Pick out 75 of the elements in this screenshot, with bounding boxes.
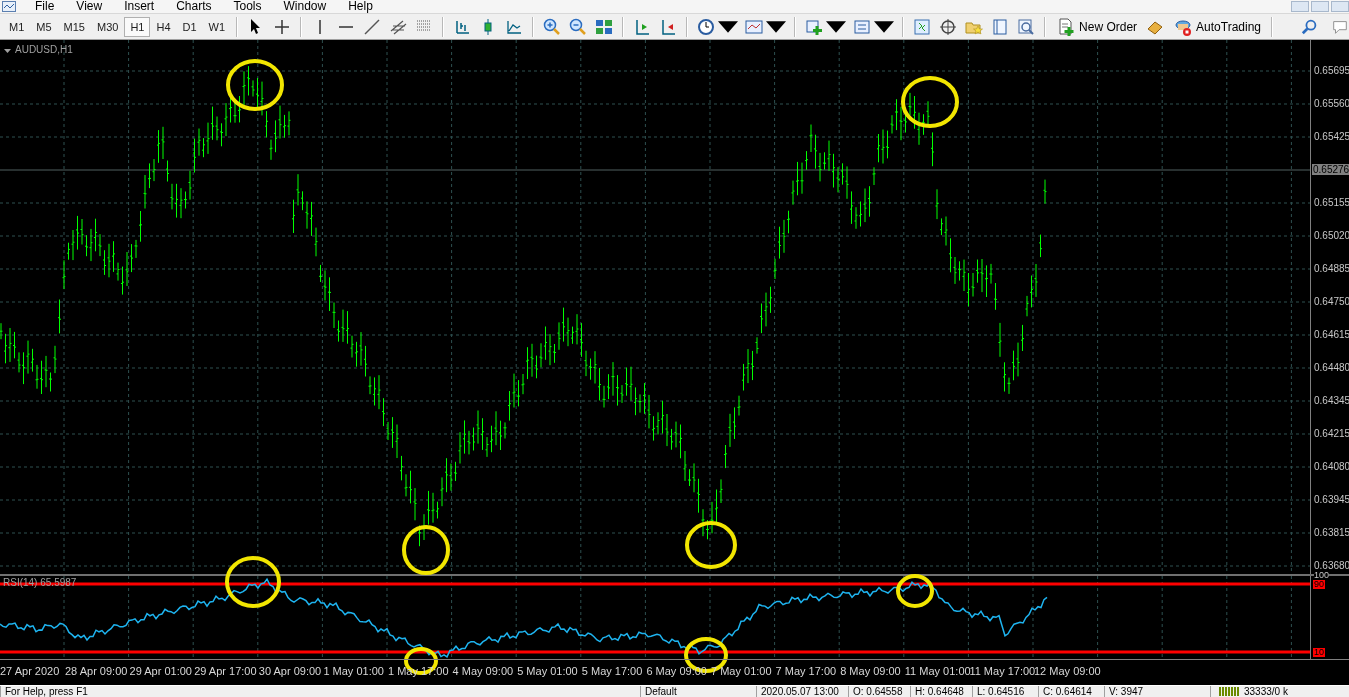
timeframe-button[interactable]: W1 — [202, 16, 232, 37]
timeframe-button[interactable]: H1 — [124, 16, 151, 37]
highlight-circle — [225, 556, 281, 608]
price-axis-label: 0.65425 — [1314, 131, 1349, 142]
status-text: Default — [645, 686, 677, 697]
price-axis-label: 0.63945 — [1314, 494, 1349, 505]
time-axis-label: 29 Apr 01:00 — [129, 665, 192, 678]
price-axis-label: 0.64480 — [1314, 362, 1349, 373]
status-text: H: 0.64648 — [915, 686, 964, 697]
price-axis-label: 0.65560 — [1314, 98, 1349, 109]
time-axis-label: 30 Apr 09:00 — [258, 665, 322, 678]
current-price-label: 0.65276 — [1312, 164, 1349, 175]
time-axis-label: 4 May 09:00 — [452, 665, 514, 678]
price-axis-label: 0.65155 — [1314, 197, 1349, 208]
status-text: C: 0.64614 — [1043, 686, 1092, 697]
timeframe-button[interactable]: M30 — [90, 16, 125, 37]
time-axis-label: 8 May 09:00 — [840, 665, 901, 678]
menu-item[interactable]: Charts — [165, 0, 223, 13]
level-label: 10 — [1313, 648, 1325, 658]
highlight-circle — [896, 574, 934, 608]
timeframe-button[interactable]: M15 — [57, 16, 91, 37]
price-axis-label: 0.65695 — [1314, 65, 1349, 76]
help-hint: For Help, press F1 — [5, 686, 88, 697]
menu-item[interactable]: Tools — [222, 0, 273, 13]
menu-item[interactable]: Insert — [113, 0, 166, 13]
menu-item[interactable]: File — [24, 0, 66, 13]
time-axis-label: 11 May 01:00 — [904, 665, 971, 678]
status-text: 33333/0 k — [1244, 686, 1288, 697]
status-text: V: 3947 — [1109, 686, 1144, 697]
price-axis-label: 0.63680 — [1314, 560, 1349, 571]
timeframe-button[interactable]: M1 — [3, 16, 31, 37]
time-axis-label: 5 May 01:00 — [517, 665, 578, 678]
price-axis-label: 0.64080 — [1314, 461, 1349, 472]
search-icon[interactable] — [1301, 17, 1319, 36]
time-axis-label: 7 May 17:00 — [775, 665, 837, 678]
price-axis-label: 0.64615 — [1314, 329, 1349, 340]
indicator-label: RSI(14) 65.5987 — [3, 577, 77, 589]
time-axis-label: 5 May 17:00 — [581, 665, 643, 678]
time-axis-label: 29 Apr 17:00 — [194, 665, 257, 678]
clock-icon[interactable] — [696, 16, 717, 37]
timeframe-button[interactable]: D1 — [176, 16, 203, 37]
time-axis-label: 12 May 09:00 — [1034, 665, 1101, 678]
new-order-icon — [1056, 16, 1077, 37]
menu-item[interactable]: Help — [337, 0, 384, 13]
status-text: L: 0.64516 — [977, 686, 1025, 697]
time-axis-label: 1 May 01:00 — [323, 665, 384, 678]
autotrading-button[interactable]: AutoTrading — [1168, 15, 1266, 38]
price-axis-label: 0.64750 — [1314, 296, 1349, 307]
status-text: O: 0.64558 — [853, 686, 903, 697]
price-axis-label: 0.63815 — [1314, 527, 1349, 538]
menu-item[interactable]: Window — [272, 0, 338, 13]
time-axis-label: 6 May 09:00 — [646, 665, 707, 678]
time-axis-label: 28 Apr 09:00 — [65, 665, 128, 678]
chart-symbol-label: AUDUSD,H1 — [15, 44, 73, 56]
connection-bars-icon — [1219, 687, 1241, 696]
highlight-circle — [685, 521, 737, 569]
price-axis-label: 0.64345 — [1314, 395, 1349, 406]
timeframe-button[interactable]: H4 — [150, 16, 177, 37]
time-axis-label: 27 Apr 2020 — [0, 665, 60, 678]
menu-item[interactable]: View — [65, 0, 114, 13]
indicator-axis-label: 100 — [1314, 571, 1330, 581]
time-axis-label: 11 May 17:00 — [969, 665, 1036, 678]
timeframe-button[interactable]: M5 — [30, 16, 58, 37]
new-order-button[interactable]: New Order — [1051, 15, 1143, 38]
price-axis-label: 0.64885 — [1314, 263, 1349, 274]
status-text: 2020.05.07 13:00 — [761, 686, 839, 697]
caret-icon[interactable] — [4, 49, 11, 53]
highlight-circle — [402, 525, 450, 575]
highlight-circle — [901, 76, 959, 128]
price-axis-label: 0.65020 — [1314, 230, 1349, 241]
level-label: 90 — [1313, 580, 1325, 590]
price-axis-label: 0.64215 — [1314, 428, 1349, 439]
trend-line-icon[interactable] — [362, 16, 383, 37]
highlight-circle — [226, 59, 284, 111]
target-icon[interactable] — [938, 16, 959, 37]
